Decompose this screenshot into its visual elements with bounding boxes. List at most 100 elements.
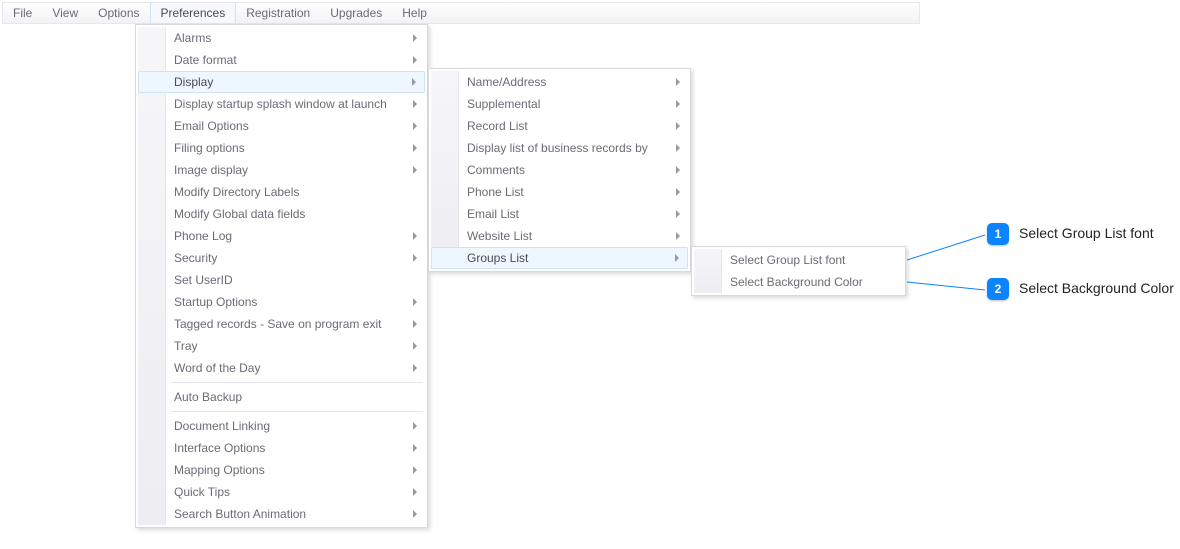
menuitem-website-list[interactable]: Website List [431,225,688,247]
menuitem-set-userid[interactable]: Set UserID [138,269,425,291]
menu-options[interactable]: Options [88,3,149,23]
menuitem-record-list[interactable]: Record List [431,115,688,137]
submenu-arrow-icon [412,78,416,86]
menuitem-select-group-list-font[interactable]: Select Group List font [694,249,903,271]
menuitem-label: Record List [467,119,528,133]
menuitem-tray[interactable]: Tray [138,335,425,357]
menuitem-label: Supplemental [467,97,540,111]
menu-separator [170,411,423,412]
menuitem-label: Select Background Color [730,275,863,289]
callout-badge-1: 1 [987,223,1009,245]
menuitem-alarms[interactable]: Alarms [138,27,425,49]
submenu-arrow-icon [413,100,417,108]
menuitem-label: Display list of business records by [467,141,648,155]
menuitem-email-list[interactable]: Email List [431,203,688,225]
menuitem-quick-tips[interactable]: Quick Tips [138,481,425,503]
menuitem-startup-options[interactable]: Startup Options [138,291,425,313]
menuitem-auto-backup[interactable]: Auto Backup [138,386,425,408]
menuitem-label: Alarms [174,31,211,45]
menu-preferences[interactable]: Preferences [150,3,237,23]
menu-options-label: Options [98,6,139,20]
menuitem-name-address[interactable]: Name/Address [431,71,688,93]
menuitem-interface-options[interactable]: Interface Options [138,437,425,459]
menuitem-filing-options[interactable]: Filing options [138,137,425,159]
menu-upgrades-label: Upgrades [330,6,382,20]
menuitem-supplemental[interactable]: Supplemental [431,93,688,115]
menuitem-modify-directory-labels[interactable]: Modify Directory Labels [138,181,425,203]
menuitem-phone-log[interactable]: Phone Log [138,225,425,247]
menuitem-label: Modify Directory Labels [174,185,299,199]
menuitem-security[interactable]: Security [138,247,425,269]
submenu-arrow-icon [676,232,680,240]
submenu-arrow-icon [413,34,417,42]
menuitem-image-display[interactable]: Image display [138,159,425,181]
menu-file[interactable]: File [3,3,42,23]
submenu-arrow-icon [413,320,417,328]
menuitem-label: Website List [467,229,532,243]
submenu-arrow-icon [676,188,680,196]
menuitem-label: Interface Options [174,441,265,455]
submenu-arrow-icon [413,488,417,496]
submenu-arrow-icon [413,232,417,240]
menuitem-label: Tagged records - Save on program exit [174,317,381,331]
submenu-arrow-icon [676,210,680,218]
preferences-dropdown: Alarms Date format Display Display start… [135,24,428,528]
menuitem-label: Email List [467,207,519,221]
menu-separator [170,382,423,383]
menuitem-label: Name/Address [467,75,546,89]
display-dropdown: Name/Address Supplemental Record List Di… [428,68,691,272]
callout-number: 1 [995,227,1002,241]
menuitem-label: Modify Global data fields [174,207,305,221]
menu-file-label: File [13,6,32,20]
submenu-arrow-icon [675,254,679,262]
menuitem-date-format[interactable]: Date format [138,49,425,71]
menuitem-display[interactable]: Display [138,71,425,93]
menuitem-select-background-color[interactable]: Select Background Color [694,271,903,293]
menuitem-label: Mapping Options [174,463,265,477]
submenu-arrow-icon [413,166,417,174]
menuitem-label: Filing options [174,141,245,155]
menu-upgrades[interactable]: Upgrades [320,3,392,23]
menuitem-label: Display [174,75,213,89]
menuitem-label: Display startup splash window at launch [174,97,387,111]
menuitem-word-of-day[interactable]: Word of the Day [138,357,425,379]
menu-registration-label: Registration [246,6,310,20]
submenu-arrow-icon [676,78,680,86]
menuitem-comments[interactable]: Comments [431,159,688,181]
menu-preferences-label: Preferences [161,6,226,20]
menu-registration[interactable]: Registration [236,3,320,23]
submenu-arrow-icon [413,466,417,474]
menuitem-label: Comments [467,163,525,177]
menuitem-label: Quick Tips [174,485,230,499]
menuitem-label: Search Button Animation [174,507,306,521]
submenu-arrow-icon [413,422,417,430]
submenu-arrow-icon [413,56,417,64]
menubar: File View Options Preferences Registrati… [2,2,920,24]
submenu-arrow-icon [413,298,417,306]
menuitem-email-options[interactable]: Email Options [138,115,425,137]
menuitem-phone-list[interactable]: Phone List [431,181,688,203]
menuitem-label: Select Group List font [730,253,845,267]
submenu-arrow-icon [676,122,680,130]
callout-number: 2 [995,282,1002,296]
menuitem-groups-list[interactable]: Groups List [431,247,688,269]
callout-badge-2: 2 [987,278,1009,300]
menuitem-label: Date format [174,53,237,67]
submenu-arrow-icon [413,342,417,350]
menuitem-document-linking[interactable]: Document Linking [138,415,425,437]
submenu-arrow-icon [676,166,680,174]
submenu-arrow-icon [413,254,417,262]
menuitem-search-button-animation[interactable]: Search Button Animation [138,503,425,525]
menuitem-tagged-records[interactable]: Tagged records - Save on program exit [138,313,425,335]
menu-help[interactable]: Help [392,3,437,23]
menu-view[interactable]: View [42,3,88,23]
groups-list-dropdown: Select Group List font Select Background… [691,246,906,296]
menuitem-modify-global-fields[interactable]: Modify Global data fields [138,203,425,225]
menuitem-display-splash[interactable]: Display startup splash window at launch [138,93,425,115]
menuitem-label: Tray [174,339,198,353]
menu-view-label: View [52,6,78,20]
menuitem-mapping-options[interactable]: Mapping Options [138,459,425,481]
menuitem-label: Phone List [467,185,524,199]
menuitem-business-records[interactable]: Display list of business records by [431,137,688,159]
submenu-arrow-icon [413,444,417,452]
